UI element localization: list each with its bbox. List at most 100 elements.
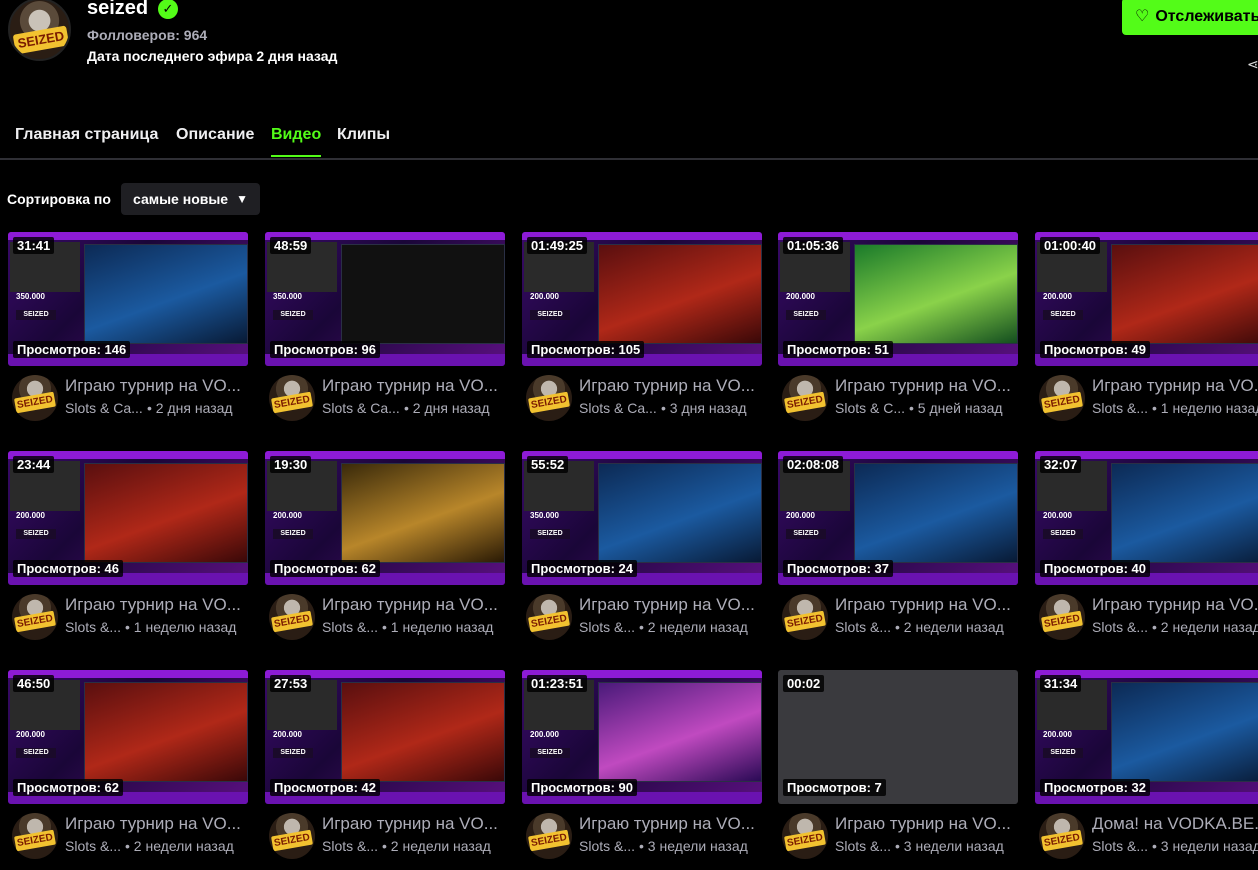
video-category[interactable]: Slots & C...	[835, 400, 905, 416]
thumb-side-value: 200.000	[786, 292, 815, 301]
video-views: Просмотров: 7	[783, 779, 886, 796]
video-thumbnail[interactable]: 200.000 SEIZED 46:50 Просмотров: 62	[8, 670, 248, 804]
video-card[interactable]: 200.000 SEIZED 01:05:36 Просмотров: 51 SEIZE…	[778, 232, 1018, 432]
channel-avatar-small[interactable]: SEIZED	[269, 375, 315, 421]
channel-avatar-small[interactable]: SEIZED	[12, 375, 58, 421]
tab-home[interactable]: Главная страница	[15, 126, 158, 155]
channel-avatar-small[interactable]: SEIZED	[782, 594, 828, 640]
video-category[interactable]: Slots & Ca...	[322, 400, 400, 416]
thumb-side-value: 200.000	[1043, 292, 1072, 301]
video-category[interactable]: Slots &...	[322, 619, 378, 635]
video-category[interactable]: Slots & Ca...	[65, 400, 143, 416]
video-thumbnail[interactable]: 200.000 SEIZED 01:00:40 Просмотров: 49	[1035, 232, 1258, 366]
tab-videos[interactable]: Видео	[271, 126, 322, 157]
thumb-game-panel	[84, 682, 248, 782]
video-category[interactable]: Slots &...	[65, 838, 121, 854]
video-title[interactable]: Играю турнир на VO...	[65, 814, 248, 834]
channel-avatar-small[interactable]: SEIZED	[1039, 813, 1085, 859]
channel-avatar-small[interactable]: SEIZED	[526, 813, 572, 859]
video-thumbnail[interactable]: 200.000 SEIZED 19:30 Просмотров: 62	[265, 451, 505, 585]
video-title[interactable]: Играю турнир на VO...	[322, 595, 505, 615]
video-card[interactable]: 200.000 SEIZED 46:50 Просмотров: 62 SEIZED Иг…	[8, 670, 248, 870]
video-thumbnail[interactable]: 350.000 SEIZED 55:52 Просмотров: 24	[522, 451, 762, 585]
video-title[interactable]: Играю турнир на VO...	[322, 376, 505, 396]
video-thumbnail[interactable]: 200.000 SEIZED 01:05:36 Просмотров: 51	[778, 232, 1018, 366]
video-title[interactable]: Играю турнир на VO...	[1092, 595, 1258, 615]
video-card[interactable]: 00:02 Просмотров: 7 SEIZED Играю турнир на …	[778, 670, 1018, 870]
video-category[interactable]: Slots &...	[1092, 619, 1148, 635]
video-card[interactable]: 200.000 SEIZED 19:30 Просмотров: 62 SEIZED Иг…	[265, 451, 505, 651]
thumb-seized-tag: SEIZED	[1043, 748, 1083, 758]
video-thumbnail[interactable]: 00:02 Просмотров: 7	[778, 670, 1018, 804]
video-category[interactable]: Slots &...	[835, 838, 891, 854]
video-card[interactable]: 350.000 SEIZED 55:52 Просмотров: 24 SEIZED Иг…	[522, 451, 762, 651]
video-title[interactable]: Играю турнир на VO...	[579, 595, 762, 615]
sort-dropdown[interactable]: самые новые ▼	[121, 183, 260, 215]
video-category[interactable]: Slots &...	[65, 619, 121, 635]
video-card[interactable]: 350.000 SEIZED 48:59 Просмотров: 96 SEIZED Иг…	[265, 232, 505, 432]
video-title[interactable]: Играю турнир на VO...	[322, 814, 505, 834]
video-category[interactable]: Slots &...	[835, 619, 891, 635]
video-card[interactable]: 350.000 SEIZED 31:41 Просмотров: 146 SEIZED И…	[8, 232, 248, 432]
video-category[interactable]: Slots &...	[1092, 400, 1148, 416]
video-category[interactable]: Slots &...	[1092, 838, 1148, 854]
thumb-game-panel	[1111, 682, 1258, 782]
video-card[interactable]: 200.000 SEIZED 27:53 Просмотров: 42 SEIZED Иг…	[265, 670, 505, 870]
video-views: Просмотров: 96	[270, 341, 380, 358]
video-card[interactable]: 200.000 SEIZED 01:49:25 Просмотров: 105 SEIZ…	[522, 232, 762, 432]
video-category[interactable]: Slots &...	[579, 838, 635, 854]
video-title[interactable]: Играю турнир на VO...	[835, 595, 1018, 615]
video-title[interactable]: Играю турнир на VO...	[835, 814, 1018, 834]
thumb-seized-tag: SEIZED	[16, 748, 56, 758]
video-age: • 2 недели назад	[125, 838, 234, 854]
follow-label: Отслеживать	[1155, 8, 1258, 25]
channel-avatar[interactable]: SEIZED	[8, 0, 71, 61]
video-title[interactable]: Дома! на VODKA.BE...	[1092, 814, 1258, 834]
video-thumbnail[interactable]: 200.000 SEIZED 01:49:25 Просмотров: 105	[522, 232, 762, 366]
video-card[interactable]: 200.000 SEIZED 02:08:08 Просмотров: 37 SEIZE…	[778, 451, 1018, 651]
channel-avatar-small[interactable]: SEIZED	[269, 813, 315, 859]
video-card[interactable]: 200.000 SEIZED 01:23:51 Просмотров: 90 SEIZE…	[522, 670, 762, 870]
video-thumbnail[interactable]: 200.000 SEIZED 31:34 Просмотров: 32	[1035, 670, 1258, 804]
tab-about[interactable]: Описание	[176, 126, 254, 155]
channel-avatar-small[interactable]: SEIZED	[782, 813, 828, 859]
video-category[interactable]: Slots &...	[322, 838, 378, 854]
video-thumbnail[interactable]: 200.000 SEIZED 23:44 Просмотров: 46	[8, 451, 248, 585]
video-thumbnail[interactable]: 200.000 SEIZED 02:08:08 Просмотров: 37	[778, 451, 1018, 585]
avatar-tag: SEIZED	[528, 391, 570, 414]
video-card[interactable]: 200.000 SEIZED 31:34 Просмотров: 32 SEIZED До…	[1035, 670, 1258, 870]
video-title[interactable]: Играю турнир на VO...	[835, 376, 1018, 396]
thumb-game-panel	[598, 244, 762, 344]
channel-avatar-small[interactable]: SEIZED	[12, 594, 58, 640]
channel-avatar-small[interactable]: SEIZED	[526, 375, 572, 421]
channel-avatar-small[interactable]: SEIZED	[1039, 375, 1085, 421]
video-duration: 02:08:08	[783, 456, 844, 473]
video-thumbnail[interactable]: 200.000 SEIZED 01:23:51 Просмотров: 90	[522, 670, 762, 804]
video-title[interactable]: Играю турнир на VO...	[579, 376, 762, 396]
avatar-tag: SEIZED	[528, 829, 570, 852]
channel-avatar-small[interactable]: SEIZED	[1039, 594, 1085, 640]
channel-avatar-small[interactable]: SEIZED	[782, 375, 828, 421]
video-category[interactable]: Slots &...	[579, 619, 635, 635]
video-title[interactable]: Играю турнир на VO...	[65, 376, 248, 396]
channel-avatar-small[interactable]: SEIZED	[12, 813, 58, 859]
video-thumbnail[interactable]: 200.000 SEIZED 32:07 Просмотров: 40	[1035, 451, 1258, 585]
channel-avatar-small[interactable]: SEIZED	[526, 594, 572, 640]
follow-button[interactable]: ♡ Отслеживать	[1122, 0, 1258, 35]
avatar-tag: SEIZED	[12, 25, 69, 55]
video-thumbnail[interactable]: 200.000 SEIZED 27:53 Просмотров: 42	[265, 670, 505, 804]
video-thumbnail[interactable]: 350.000 SEIZED 48:59 Просмотров: 96	[265, 232, 505, 366]
share-icon[interactable]: ⋖	[1247, 56, 1258, 73]
video-views: Просмотров: 24	[527, 560, 637, 577]
video-card[interactable]: 200.000 SEIZED 23:44 Просмотров: 46 SEIZED Иг…	[8, 451, 248, 651]
thumb-seized-tag: SEIZED	[530, 748, 570, 758]
video-title[interactable]: Играю турнир на VO...	[65, 595, 248, 615]
video-card[interactable]: 200.000 SEIZED 01:00:40 Просмотров: 49 SEIZE…	[1035, 232, 1258, 432]
video-title[interactable]: Играю турнир на VO...	[1092, 376, 1258, 396]
video-card[interactable]: 200.000 SEIZED 32:07 Просмотров: 40 SEIZED Иг…	[1035, 451, 1258, 651]
channel-avatar-small[interactable]: SEIZED	[269, 594, 315, 640]
tab-clips[interactable]: Клипы	[337, 126, 390, 155]
video-title[interactable]: Играю турнир на VO...	[579, 814, 762, 834]
video-thumbnail[interactable]: 350.000 SEIZED 31:41 Просмотров: 146	[8, 232, 248, 366]
video-category[interactable]: Slots & Ca...	[579, 400, 657, 416]
